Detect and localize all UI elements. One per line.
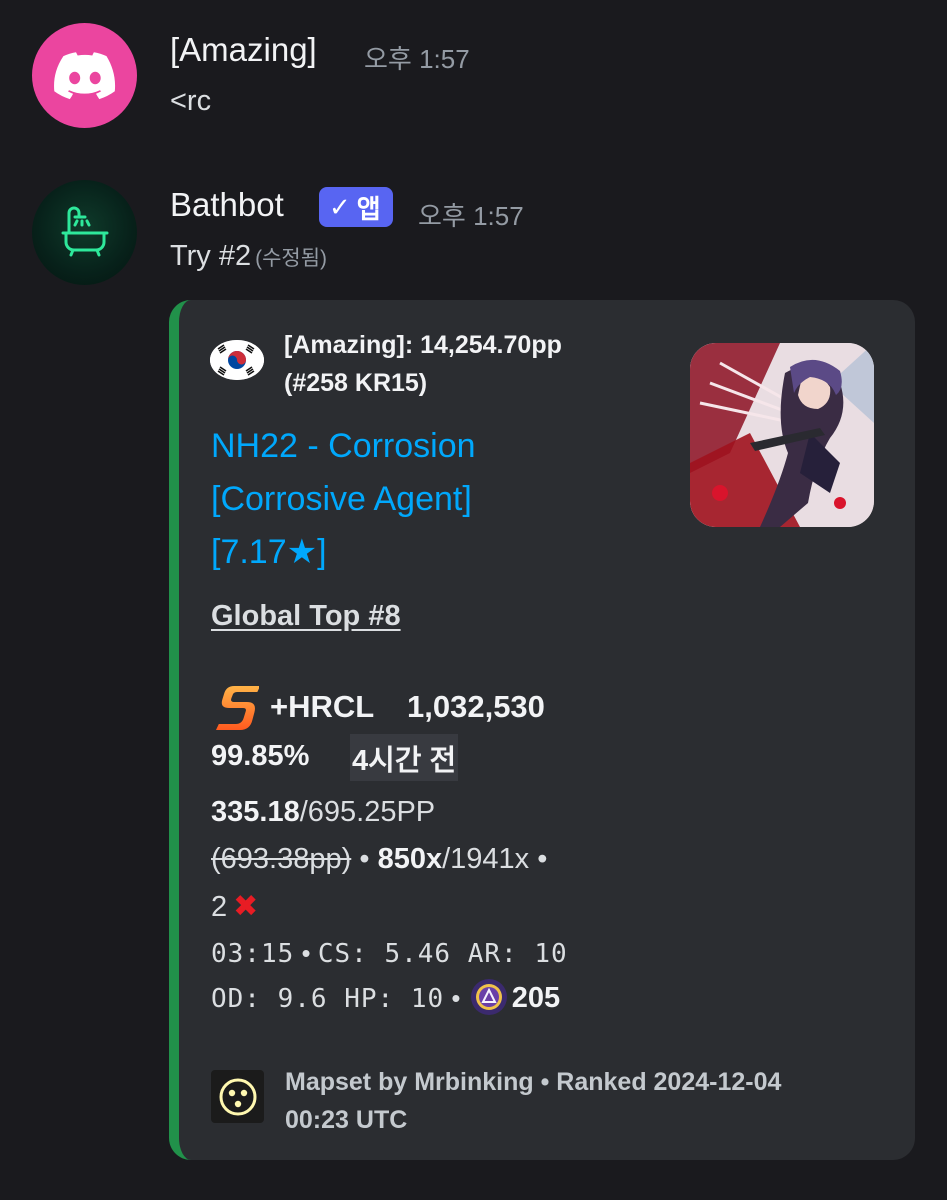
map-stats-line-2: OD: 9.6 HP: 10 • 205: [211, 978, 561, 1016]
user-avatar[interactable]: [32, 23, 137, 128]
message-content: Try #2 (수정됨): [170, 240, 327, 273]
miss-line: 2 ✖: [211, 889, 258, 924]
accuracy: 99.85%: [211, 740, 310, 772]
miss-count: 2: [211, 891, 228, 923]
author-line-2: (#258 KR15): [284, 369, 428, 397]
footer-line-2: 00:23 UTC: [285, 1106, 408, 1134]
combo: 850x: [377, 843, 443, 875]
author-line-1: [Amazing]: 14,254.70pp: [284, 331, 562, 359]
title-line-1: NH22 - Corrosion: [211, 427, 476, 465]
combo-line: (693.38pp) • 850x/1941x •: [211, 843, 548, 875]
map-ar: AR: 10: [467, 939, 568, 969]
app-badge: ✓ 앱: [319, 187, 393, 227]
global-top-link[interactable]: Global Top #8: [211, 600, 401, 633]
map-od: OD: 9.6: [211, 984, 328, 1014]
map-hp: HP: 10: [344, 984, 445, 1014]
verified-check-icon: ✓: [329, 191, 351, 222]
mods: +HRCL: [270, 689, 375, 724]
title-line-3: [7.17★]: [211, 533, 327, 571]
title-line-2: [Corrosive Agent]: [211, 480, 472, 518]
beatmap-thumbnail[interactable]: [690, 343, 874, 527]
edited-label: (수정됨): [255, 247, 328, 270]
map-bpm: 205: [511, 982, 561, 1014]
miss-icon: ✖: [233, 890, 259, 923]
beatmap-title-link[interactable]: NH22 - Corrosion [Corrosive Agent] [7.17…: [211, 420, 651, 579]
pp-current: 335.18: [211, 796, 300, 828]
map-stats-line-1: 03:15 • CS: 5.46 AR: 10: [211, 938, 568, 969]
grade-s-icon: [215, 680, 261, 734]
osu-mapper-icon: [211, 1070, 264, 1123]
map-cs: CS: 5.46: [317, 939, 452, 969]
pp-max: /695.25PP: [299, 796, 436, 828]
pp-line: 335.18/695.25PP: [211, 796, 435, 829]
time-ago[interactable]: 4시간 전: [350, 734, 459, 781]
bot-username[interactable]: Bathbot: [170, 186, 284, 224]
max-combo: /1941x: [442, 843, 530, 875]
osu-bpm-icon: [470, 978, 507, 1015]
discord-logo-icon: [53, 51, 115, 99]
timestamp: 오후 1:57: [364, 44, 470, 74]
map-length: 03:15: [211, 939, 295, 969]
message-text: Try #2: [170, 240, 252, 272]
app-badge-label: 앱: [356, 193, 381, 224]
score-embed: [Amazing]: 14,254.70pp (#258 KR15) NH22 …: [169, 300, 915, 1160]
embed-author[interactable]: [Amazing]: 14,254.70pp (#258 KR15): [284, 326, 614, 402]
message-content: <rc: [170, 85, 212, 117]
korea-flag-icon[interactable]: [210, 340, 264, 380]
message-bathbot: Bathbot ✓ 앱 오후 1:57 Try #2 (수정됨) [Amazing…: [0, 160, 947, 1200]
footer-line-1: Mapset by Mrbinking • Ranked 2024-12-04: [285, 1068, 782, 1096]
username[interactable]: [Amazing]: [170, 31, 317, 69]
score: 1,032,530: [407, 689, 545, 724]
bathtub-icon: [61, 206, 108, 256]
pp-if-fc: (693.38pp): [211, 843, 352, 875]
embed-footer: Mapset by Mrbinking • Ranked 2024-12-04 …: [285, 1063, 865, 1139]
bot-avatar[interactable]: [32, 180, 137, 285]
timestamp: 오후 1:57: [418, 201, 524, 231]
message-amazing: [Amazing] 오후 1:57 <rc: [0, 0, 947, 160]
